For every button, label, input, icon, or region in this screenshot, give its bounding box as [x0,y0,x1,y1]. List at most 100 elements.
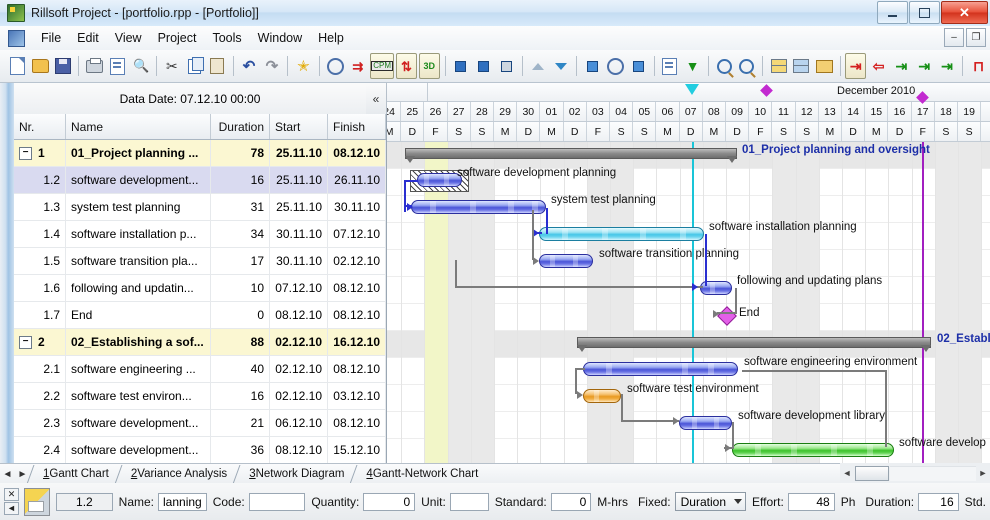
hscroll-track[interactable] [890,465,976,481]
tab-gantt-chart[interactable]: 1 Gantt Chart [30,465,118,484]
table-row[interactable]: −2 02_Establishing a sof... 88 02.12.10 16.1… [14,329,386,356]
3d-view-icon[interactable]: 3D [418,53,440,79]
redo-icon[interactable]: ↷ [261,53,282,79]
fixed-select[interactable]: Duration [674,492,746,511]
expand-triangle-icon[interactable] [551,53,572,79]
table-row[interactable]: 1.3 system test planning 31 25.11.10 30.11.1… [14,194,386,221]
table-row[interactable]: 1.7 End 0 08.12.10 08.12.10 [14,302,386,329]
task-bar-1-2[interactable] [417,173,462,187]
table-row[interactable]: 2.1 software engineering ... 40 02.12.10 08.… [14,356,386,383]
milestone-end[interactable] [717,306,737,326]
table-row[interactable]: 1.4 software installation p... 34 30.11.10 0… [14,221,386,248]
critical-path-icon[interactable]: CPM [370,53,395,79]
column-header-start[interactable]: Start [270,114,328,139]
summary-bar-1[interactable] [405,148,737,163]
table-row[interactable]: 1.6 following and updatin... 10 07.12.10 08.… [14,275,386,302]
menu-edit[interactable]: Edit [69,28,107,48]
deadline-icon[interactable]: ⊓ [968,53,989,79]
standard-field[interactable]: 0 [550,492,592,511]
new-task-star-icon[interactable]: ✭ [293,53,314,79]
hscroll-thumb[interactable] [855,465,889,481]
column-header-finish[interactable]: Finish [328,114,386,139]
table-row[interactable]: 1.2 software development... 16 25.11.10 26.1… [14,167,386,194]
tab-variance-analysis[interactable]: 2 Variance Analysis [118,465,236,484]
summary-bar-2[interactable] [577,337,931,352]
layout-single-icon[interactable] [791,53,812,79]
menu-view[interactable]: View [107,28,150,48]
move-icon[interactable] [496,53,517,79]
save-icon[interactable] [53,53,74,79]
minimize-button[interactable] [877,1,908,24]
quantity-field[interactable]: 0 [363,492,416,511]
links-arrows-icon[interactable]: ⇉ [347,53,368,79]
constraint-asap-icon[interactable]: ⇦ [868,53,889,79]
indent-right-icon[interactable] [450,53,471,79]
collapse-triangle-icon[interactable] [528,53,549,79]
layout-split-icon[interactable] [768,53,789,79]
constraint-snet-icon[interactable]: ⇥ [891,53,912,79]
vertical-scrollbar-left[interactable] [0,83,15,463]
duration-field[interactable]: 16 [918,492,959,511]
row-expander[interactable]: − [19,335,32,349]
menu-help[interactable]: Help [310,28,352,48]
table-row[interactable]: −1 01_Project planning ... 78 25.11.10 08.12… [14,140,386,167]
table-row[interactable]: 2.3 software development... 21 06.12.10 08.1… [14,410,386,437]
outdent-left-icon[interactable] [473,53,494,79]
menu-window[interactable]: Window [250,28,310,48]
numbering-icon[interactable] [628,53,649,79]
horizontal-scrollbar[interactable]: ◄ ► [840,463,990,483]
menu-tools[interactable]: Tools [204,28,249,48]
column-header-nr[interactable]: Nr. [14,114,66,139]
tab-scroll-prev[interactable]: ◄ [0,469,15,480]
table-row[interactable]: 2.2 software test environ... 16 02.12.10 03.… [14,383,386,410]
menu-project[interactable]: Project [150,28,205,48]
mdi-restore-button[interactable]: ❐ [966,28,986,47]
column-header-duration[interactable]: Duration [211,114,270,139]
close-button[interactable]: ✕ [941,1,988,24]
menu-file[interactable]: File [33,28,69,48]
property-bar-collapse-button[interactable]: ◄ [4,501,19,515]
hscroll-right-button[interactable]: ► [976,466,990,480]
task-bar-2-3[interactable] [679,416,732,430]
constraint-fnlt-icon[interactable]: ⇥ [914,53,935,79]
insert-time-icon[interactable] [605,53,626,79]
new-document-icon[interactable] [7,53,28,79]
filter-funnel-icon[interactable]: ▼ [682,53,703,79]
table-row[interactable]: 2.4 software development... 36 08.12.10 15.1… [14,437,386,463]
zoom-in-icon[interactable] [714,53,735,79]
task-bar-2-4[interactable] [732,443,894,457]
row-expander[interactable]: − [19,146,32,160]
find-icon[interactable]: 🔍 [130,53,151,79]
copy-icon[interactable] [184,53,205,79]
cut-scissors-icon[interactable]: ✂ [161,53,182,79]
maximize-button[interactable] [909,1,940,24]
insert-row-icon[interactable] [582,53,603,79]
tab-network-diagram[interactable]: 3 Network Diagram [236,465,353,484]
code-field[interactable] [248,492,306,511]
open-folder-icon[interactable] [30,53,51,79]
task-bar-2-2[interactable] [583,389,621,403]
task-bar-1-5[interactable] [539,254,593,268]
leveling-icon[interactable]: ⇅ [396,53,417,79]
hscroll-left-button[interactable]: ◄ [840,466,854,480]
zoom-out-icon[interactable] [737,53,758,79]
effort-field[interactable]: 48 [787,492,835,511]
property-bar-close-button[interactable]: ✕ [4,487,19,501]
constraint-start-icon[interactable]: ⇥ [845,53,867,79]
task-bar-1-4[interactable] [539,227,704,241]
report-icon[interactable] [659,53,680,79]
open-view-icon[interactable] [814,53,835,79]
print-preview-icon[interactable] [107,53,128,79]
task-bar-1-3[interactable] [411,200,546,214]
paste-icon[interactable] [207,53,228,79]
undo-icon[interactable]: ↶ [239,53,260,79]
task-bar-2-1[interactable] [583,362,738,376]
constraint-mfo-icon[interactable]: ⇥ [937,53,958,79]
mdi-minimize-button[interactable]: – [944,28,964,47]
print-icon[interactable] [84,53,105,79]
name-field[interactable]: lanning [158,492,207,511]
table-row[interactable]: 1.5 software transition pla... 17 30.11.10 0… [14,248,386,275]
tab-gantt-network-chart[interactable]: 4 Gantt-Network Chart [353,465,487,484]
schedule-clock-icon[interactable] [325,53,346,79]
column-header-name[interactable]: Name [66,114,211,139]
